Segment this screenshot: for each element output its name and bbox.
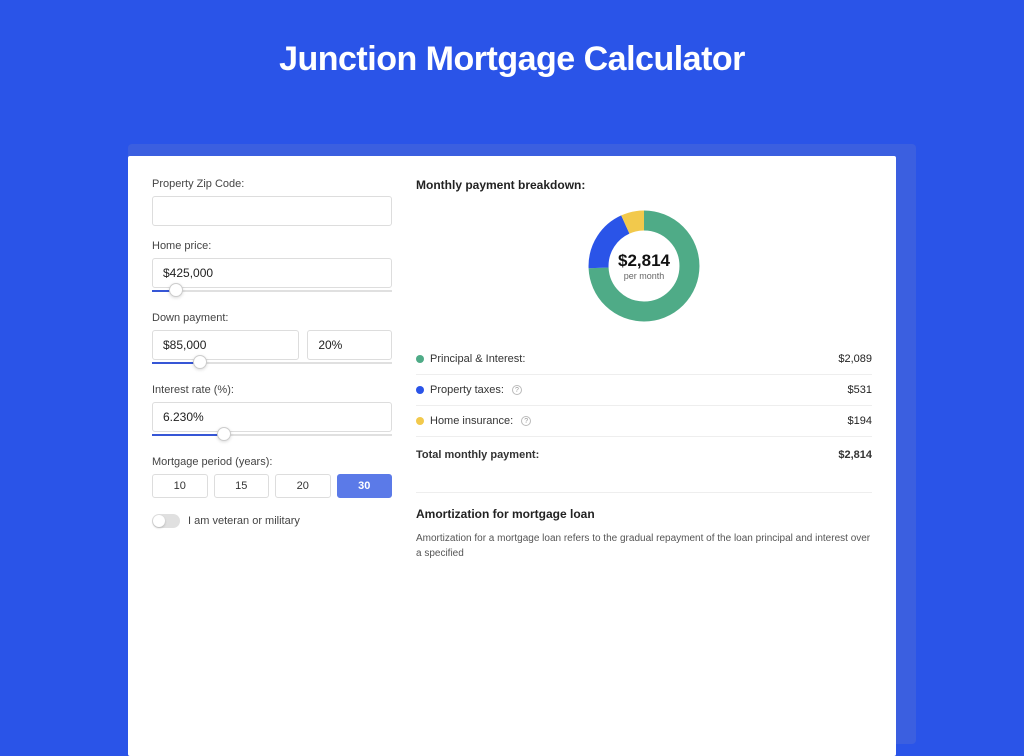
veteran-toggle-row: I am veteran or military <box>152 514 392 528</box>
down-payment-field: Down payment: <box>152 312 392 370</box>
veteran-toggle[interactable] <box>152 514 180 528</box>
info-icon[interactable]: ? <box>512 385 522 395</box>
home-price-input[interactable] <box>152 258 392 288</box>
legend-value: $2,089 <box>838 353 872 365</box>
legend-row-principal: Principal & Interest: $2,089 <box>416 344 872 375</box>
legend-row-total: Total monthly payment: $2,814 <box>416 437 872 470</box>
interest-rate-field: Interest rate (%): <box>152 384 392 442</box>
veteran-toggle-label: I am veteran or military <box>188 515 300 527</box>
interest-rate-input[interactable] <box>152 402 392 432</box>
slider-handle[interactable] <box>217 427 231 441</box>
donut-amount: $2,814 <box>618 251 670 271</box>
donut-center: $2,814 per month <box>618 251 670 281</box>
slider-handle[interactable] <box>169 283 183 297</box>
down-payment-label: Down payment: <box>152 312 392 324</box>
mortgage-period-field: Mortgage period (years): 10 15 20 30 <box>152 456 392 498</box>
breakdown-title: Monthly payment breakdown: <box>416 178 872 192</box>
legend-value: $531 <box>848 384 872 396</box>
legend-dot-icon <box>416 386 424 394</box>
donut-chart-wrap: $2,814 per month <box>416 206 872 326</box>
slider-fill <box>152 434 224 436</box>
amortization-body: Amortization for a mortgage loan refers … <box>416 531 872 561</box>
home-price-label: Home price: <box>152 240 392 252</box>
period-option-20[interactable]: 20 <box>275 474 331 498</box>
legend-row-taxes: Property taxes: ? $531 <box>416 375 872 406</box>
legend-label: Property taxes: <box>430 384 504 396</box>
donut-chart: $2,814 per month <box>584 206 704 326</box>
zip-label: Property Zip Code: <box>152 178 392 190</box>
down-payment-pct-input[interactable] <box>307 330 392 360</box>
zip-field: Property Zip Code: <box>152 178 392 226</box>
form-column: Property Zip Code: Home price: Down paym… <box>152 178 392 734</box>
period-option-30[interactable]: 30 <box>337 474 393 498</box>
amortization-section: Amortization for mortgage loan Amortizat… <box>416 492 872 561</box>
mortgage-period-label: Mortgage period (years): <box>152 456 392 468</box>
down-payment-input[interactable] <box>152 330 299 360</box>
legend-dot-icon <box>416 417 424 425</box>
legend-row-insurance: Home insurance: ? $194 <box>416 406 872 437</box>
donut-sub: per month <box>618 271 670 281</box>
zip-input[interactable] <box>152 196 392 226</box>
calculator-card: Property Zip Code: Home price: Down paym… <box>128 156 896 756</box>
legend-dot-icon <box>416 355 424 363</box>
home-price-slider[interactable] <box>152 286 392 298</box>
period-option-10[interactable]: 10 <box>152 474 208 498</box>
legend-label: Principal & Interest: <box>430 353 525 365</box>
amortization-title: Amortization for mortgage loan <box>416 507 872 521</box>
slider-handle[interactable] <box>193 355 207 369</box>
page-title: Junction Mortgage Calculator <box>0 0 1024 103</box>
slider-track <box>152 290 392 292</box>
legend-value: $194 <box>848 415 872 427</box>
total-label: Total monthly payment: <box>416 449 539 461</box>
down-payment-slider[interactable] <box>152 358 392 370</box>
breakdown-column: Monthly payment breakdown: $2,814 per mo… <box>416 178 872 734</box>
legend-label: Home insurance: <box>430 415 513 427</box>
interest-rate-slider[interactable] <box>152 430 392 442</box>
info-icon[interactable]: ? <box>521 416 531 426</box>
period-options: 10 15 20 30 <box>152 474 392 498</box>
period-option-15[interactable]: 15 <box>214 474 270 498</box>
interest-rate-label: Interest rate (%): <box>152 384 392 396</box>
home-price-field: Home price: <box>152 240 392 298</box>
total-value: $2,814 <box>838 449 872 461</box>
